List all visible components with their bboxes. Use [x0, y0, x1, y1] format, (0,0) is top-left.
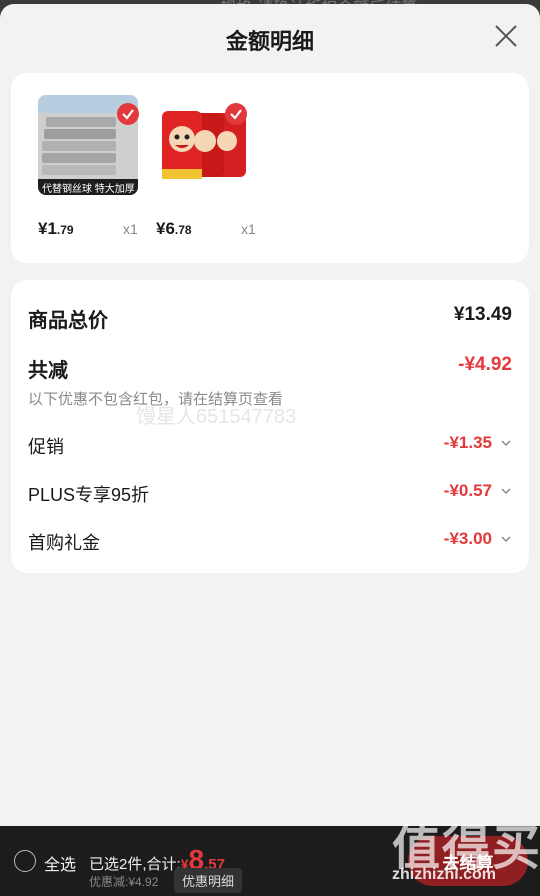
- checked-icon[interactable]: [225, 103, 247, 125]
- saved-amount: 优惠减:¥4.92: [89, 875, 159, 889]
- product-price: ¥1.79: [38, 219, 74, 238]
- user-watermark: 馒星人651547783: [136, 406, 297, 428]
- total-price-value: ¥13.49: [453, 304, 512, 325]
- discount-label: PLUS专享95折: [28, 485, 150, 505]
- thumb-label: 代替钢丝球 特大加厚: [42, 184, 135, 195]
- amount-detail-sheet: 金额明细 代替钢丝球 特大加厚 ¥1.79 x1 ¥6.78 x1 商品总价 ¥…: [0, 4, 540, 826]
- discount-value: -¥0.57: [443, 481, 492, 500]
- sheet-title: 金额明细: [225, 29, 314, 54]
- price-summary-card: 商品总价 ¥13.49 共减 -¥4.92 以下优惠不包含红包，请在结算页查看 …: [11, 280, 529, 573]
- products-card: 代替钢丝球 特大加厚 ¥1.79 x1 ¥6.78 x1: [11, 73, 529, 263]
- chevron-down-icon[interactable]: [500, 533, 512, 545]
- select-all-label[interactable]: 全选: [44, 851, 76, 875]
- discount-label: 首购礼金: [28, 533, 100, 553]
- product-price: ¥6.78: [156, 219, 192, 238]
- chevron-down-icon[interactable]: [500, 437, 512, 449]
- discount-value: -¥3.00: [443, 529, 492, 548]
- select-all-radio[interactable]: [14, 850, 36, 872]
- total-reduce-label: 共减: [28, 360, 68, 382]
- discount-detail-button[interactable]: 优惠明细: [174, 868, 243, 893]
- discount-label: 促销: [28, 437, 64, 457]
- site-watermark-logo: 值得买 zhizhizhi.com: [390, 808, 540, 896]
- checked-icon[interactable]: [117, 103, 139, 125]
- total-reduce-value: -¥4.92: [458, 354, 512, 375]
- close-icon[interactable]: [492, 22, 520, 50]
- total-price-label: 商品总价: [28, 310, 108, 332]
- chevron-down-icon[interactable]: [500, 485, 512, 497]
- selected-count-text: 已选2件,合计:: [89, 856, 181, 873]
- site-watermark-en: zhizhizhi.com: [392, 866, 496, 883]
- discount-value: -¥1.35: [443, 433, 492, 452]
- product-qty: x1: [241, 221, 256, 237]
- product-qty: x1: [123, 221, 138, 237]
